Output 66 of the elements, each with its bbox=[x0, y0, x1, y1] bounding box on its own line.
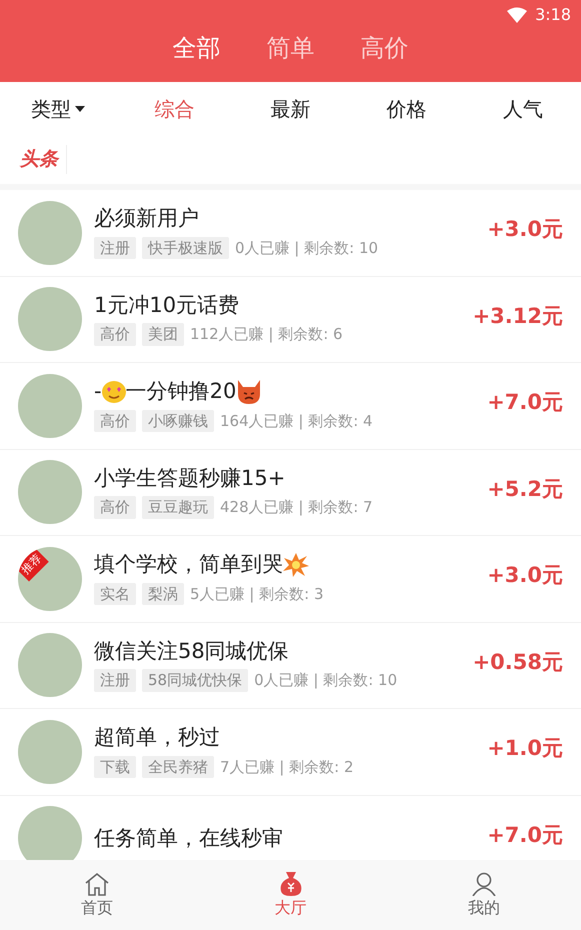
caret-icon bbox=[75, 106, 86, 112]
task-stats: 0人已赚 | 剩余数: 10 bbox=[235, 238, 378, 259]
task-row[interactable]: 必须新用户 注册 快手极速版 0人已赚 | 剩余数: 10 +3.0元 bbox=[0, 190, 581, 276]
task-tag: 小啄赚钱 bbox=[142, 410, 214, 432]
category-tab[interactable]: 全部 bbox=[164, 30, 228, 66]
reward-amount: +5.2元 bbox=[487, 476, 563, 502]
explosion-icon bbox=[283, 553, 309, 577]
smiley-icon bbox=[102, 381, 126, 403]
reward-amount: +0.58元 bbox=[472, 648, 563, 676]
task-stats: 164人已赚 | 剩余数: 4 bbox=[220, 410, 373, 432]
task-tag: 58同城优快保 bbox=[142, 669, 248, 692]
reward-amount: +1.0元 bbox=[487, 735, 563, 762]
reward-amount: +7.0元 bbox=[487, 822, 563, 848]
reward-amount: +3.12元 bbox=[472, 302, 563, 330]
money-bag-icon bbox=[278, 872, 304, 896]
task-tag: 豆豆趣玩 bbox=[142, 496, 214, 519]
task-tag: 快手极速版 bbox=[142, 236, 229, 260]
task-row[interactable]: 小学生答题秒赚15+ 高价 豆豆趣玩 428人已赚 | 剩余数: 7 +5.2元 bbox=[0, 450, 581, 536]
task-stats: 112人已赚 | 剩余数: 6 bbox=[190, 324, 343, 346]
avatar-placeholder bbox=[18, 806, 82, 860]
task-tag: 高价 bbox=[94, 496, 136, 519]
task-stats: 428人已赚 | 剩余数: 7 bbox=[220, 497, 373, 518]
reward-amount: +3.0元 bbox=[487, 216, 563, 243]
task-tag: 美团 bbox=[142, 323, 184, 346]
type-dropdown[interactable]: 类型 bbox=[0, 92, 116, 124]
headline-label: 头条 bbox=[20, 145, 67, 174]
task-stats: 0人已赚 | 剩余数: 10 bbox=[254, 670, 398, 692]
task-row[interactable]: 超简单，秒过 下载 全民养猪 7人已赚 | 剩余数: 2 +1.0元 bbox=[0, 709, 581, 796]
nav-tab[interactable]: 我的 bbox=[387, 860, 581, 930]
task-tag: 实名 bbox=[94, 582, 136, 606]
task-title: 必须新用户 bbox=[94, 206, 199, 232]
task-stats: 5人已赚 | 剩余数: 3 bbox=[190, 584, 324, 605]
recommend-badge: 推荐 bbox=[18, 548, 48, 581]
task-tag: 梨涡 bbox=[142, 582, 184, 606]
task-title: 一分钟撸20 bbox=[126, 379, 236, 405]
task-tag: 高价 bbox=[94, 410, 136, 432]
person-icon bbox=[471, 872, 498, 896]
reward-amount: +3.0元 bbox=[487, 562, 563, 589]
nav-tab[interactable]: 大厅 bbox=[194, 860, 388, 930]
wifi-icon bbox=[507, 7, 528, 23]
task-title: 填个学校，简单到哭 bbox=[94, 552, 283, 578]
task-title: 小学生答题秒赚15+ bbox=[94, 466, 286, 492]
home-icon bbox=[84, 872, 110, 896]
nav-tab[interactable]: 首页 bbox=[0, 860, 194, 930]
sort-tab[interactable]: 综合 bbox=[116, 92, 232, 124]
task-tag: 高价 bbox=[94, 323, 136, 346]
task-title: - bbox=[94, 379, 102, 405]
task-row[interactable]: 微信关注58同城优保 注册 58同城优快保 0人已赚 | 剩余数: 10 +0.58元 bbox=[0, 622, 581, 709]
devil-icon bbox=[236, 380, 262, 404]
task-tag: 下载 bbox=[94, 756, 136, 778]
task-tag: 注册 bbox=[94, 669, 136, 692]
task-tag: 注册 bbox=[94, 236, 136, 260]
task-title: 任务简单，在线秒审 bbox=[94, 826, 283, 851]
sort-tab[interactable]: 最新 bbox=[232, 92, 349, 124]
task-title: 超简单，秒过 bbox=[94, 725, 220, 751]
task-row[interactable]: - 一分钟撸20 高价 小啄赚钱 164人已赚 | 剩余数: 4 +7.0元 bbox=[0, 363, 581, 450]
task-title: 1元冲10元话费 bbox=[94, 292, 240, 318]
task-row[interactable]: 推荐 填个学校，简单到哭 实名 梨涡 5人已赚 | 剩余数: 3 +3.0元 bbox=[0, 536, 581, 622]
task-title: 微信关注58同城优保 bbox=[94, 638, 289, 664]
sort-tab[interactable]: 人气 bbox=[464, 92, 581, 124]
task-row[interactable]: 1元冲10元话费 高价 美团 112人已赚 | 剩余数: 6 +3.12元 bbox=[0, 276, 581, 363]
sort-tab[interactable]: 价格 bbox=[348, 92, 465, 124]
task-tag: 全民养猪 bbox=[142, 756, 214, 778]
task-stats: 7人已赚 | 剩余数: 2 bbox=[220, 756, 354, 778]
status-time: 3:18 bbox=[535, 4, 571, 26]
reward-amount: +7.0元 bbox=[487, 389, 563, 416]
